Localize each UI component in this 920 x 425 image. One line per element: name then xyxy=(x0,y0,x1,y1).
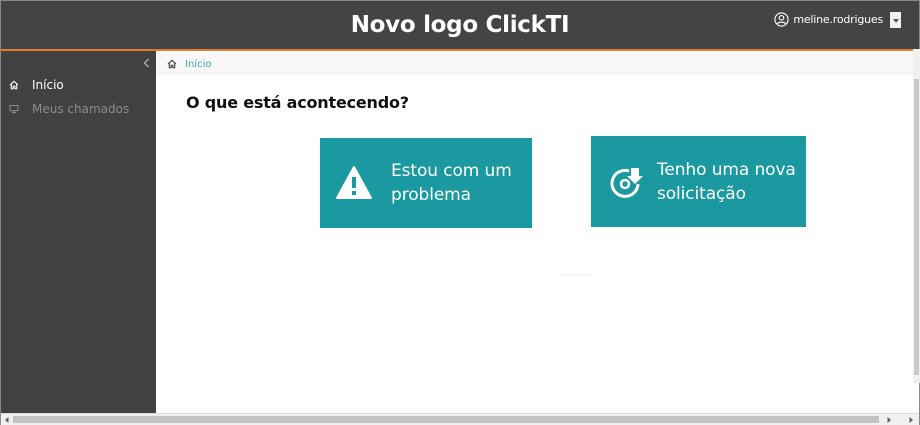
page-question: O que está acontecendo? xyxy=(186,93,409,112)
report-problem-label: Estou com um problema xyxy=(391,161,512,205)
scroll-right-icon[interactable] xyxy=(907,416,915,424)
sidebar: Início Meus chamados xyxy=(1,51,156,413)
app-window: Novo logo ClickTI meline.rodrigues Iníci… xyxy=(0,0,920,425)
monitor-icon xyxy=(9,105,19,114)
home-icon[interactable] xyxy=(167,59,177,69)
home-icon xyxy=(9,80,19,90)
new-request-label: Tenho uma nova solicitação xyxy=(657,159,796,204)
report-problem-button[interactable]: Estou com um problema xyxy=(320,138,532,228)
sidebar-item-inicio[interactable]: Início xyxy=(1,75,156,95)
vertical-scrollbar-thumb[interactable] xyxy=(914,79,919,375)
warning-triangle-icon xyxy=(336,166,372,199)
horizontal-scrollbar[interactable] xyxy=(1,413,919,425)
breadcrumb: Início xyxy=(156,53,917,75)
user-circle-icon xyxy=(774,11,789,27)
sidebar-item-label: Meus chamados xyxy=(32,102,130,116)
disc-download-icon xyxy=(610,167,643,198)
horizontal-scrollbar-thumb[interactable] xyxy=(13,416,879,423)
chevron-left-icon[interactable] xyxy=(141,57,153,69)
new-request-button[interactable]: Tenho uma nova solicitação xyxy=(591,136,806,227)
breadcrumb-link-inicio[interactable]: Início xyxy=(185,59,211,70)
sidebar-item-label: Início xyxy=(32,78,64,92)
vertical-scrollbar[interactable] xyxy=(913,49,920,383)
caret-down-icon[interactable] xyxy=(890,12,901,28)
username-label: meline.rodrigues xyxy=(793,12,883,26)
top-header: Novo logo ClickTI meline.rodrigues xyxy=(1,1,919,51)
divider xyxy=(559,274,593,275)
user-menu[interactable]: meline.rodrigues xyxy=(774,10,901,28)
main-content: O que está acontecendo? Estou com um pro… xyxy=(156,75,917,413)
sidebar-item-meus-chamados[interactable]: Meus chamados xyxy=(1,99,156,119)
scroll-left-icon[interactable] xyxy=(3,416,11,424)
scroll-right-icon[interactable] xyxy=(885,416,893,424)
